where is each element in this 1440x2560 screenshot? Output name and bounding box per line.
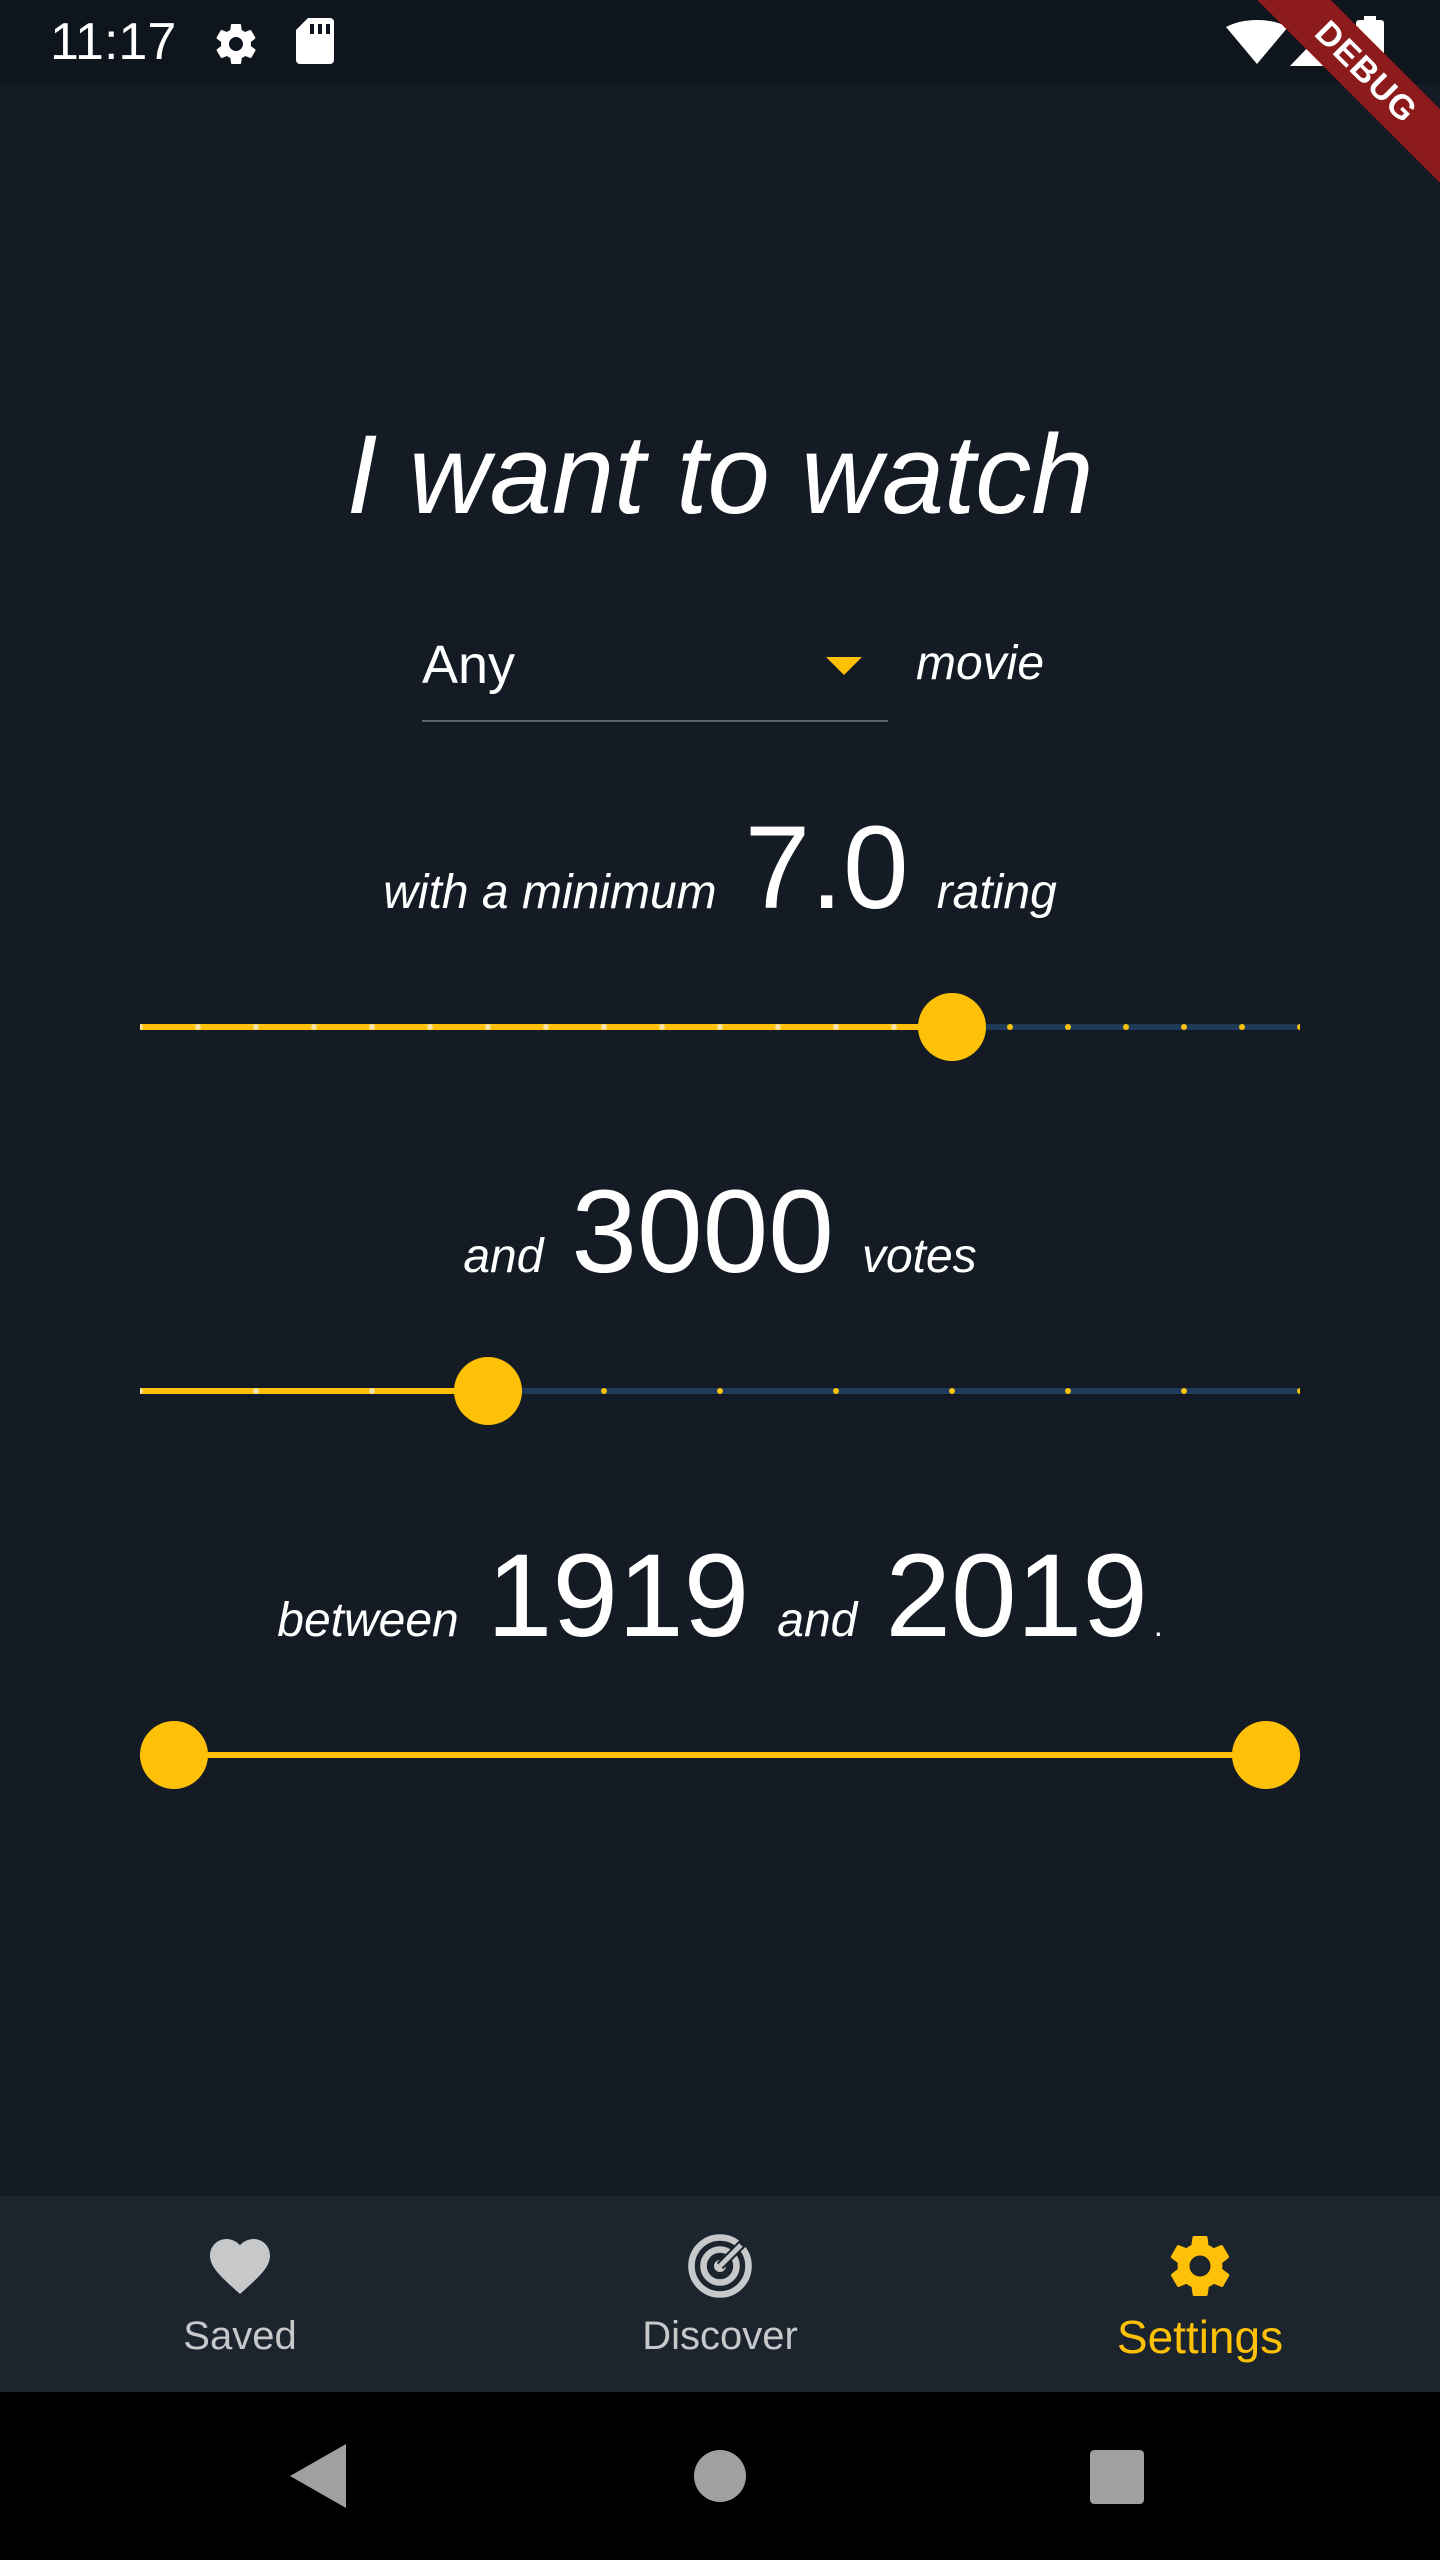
votes-suffix: votes — [861, 1230, 977, 1283]
debug-banner: DEBUG — [1240, 0, 1440, 200]
system-navigation-bar — [0, 2392, 1440, 2560]
range-end-thumb[interactable] — [1232, 1721, 1300, 1789]
years-period: . — [1153, 1607, 1163, 1643]
slider-tick — [369, 1388, 375, 1394]
years-sentence: between 1919 and 2019. — [0, 1528, 1440, 1664]
slider-tick — [775, 1024, 781, 1030]
rating-suffix: rating — [936, 866, 1057, 919]
dropdown-selected-value: Any — [422, 635, 516, 695]
slider-tick — [1181, 1024, 1187, 1030]
status-bar: 11:17 — [0, 0, 1440, 84]
nav-item-settings[interactable]: Settings — [960, 2196, 1440, 2392]
back-icon[interactable] — [290, 2444, 346, 2508]
radar-icon — [688, 2234, 752, 2298]
slider-tick — [891, 1024, 897, 1030]
slider-tick — [717, 1024, 723, 1030]
slider-tick — [1007, 1024, 1013, 1030]
movie-label: movie — [916, 637, 1045, 690]
votes-prefix: and — [463, 1230, 544, 1283]
votes-slider[interactable] — [140, 1351, 1300, 1431]
range-start-thumb[interactable] — [140, 1721, 208, 1789]
votes-value: 3000 — [571, 1166, 834, 1298]
slider-tick — [1065, 1388, 1071, 1394]
slider-tick — [601, 1388, 607, 1394]
slider-tick — [369, 1024, 375, 1030]
rating-value: 7.0 — [744, 802, 909, 934]
status-time: 11:17 — [50, 13, 177, 71]
home-icon[interactable] — [694, 2450, 746, 2502]
movie-type-dropdown[interactable]: Any — [422, 620, 888, 722]
slider-tick — [1181, 1388, 1187, 1394]
slider-thumb[interactable] — [918, 993, 986, 1061]
slider-tick — [253, 1388, 259, 1394]
slider-tick — [833, 1024, 839, 1030]
year-end-value: 2019 — [885, 1530, 1148, 1662]
slider-tick — [427, 1024, 433, 1030]
votes-sentence: and 3000 votes — [0, 1164, 1440, 1300]
slider-tick — [717, 1388, 723, 1394]
slider-tick — [543, 1024, 549, 1030]
year-start-value: 1919 — [486, 1530, 750, 1662]
sd-card-icon — [296, 18, 334, 64]
nav-label-settings: Settings — [1116, 2311, 1284, 2363]
nav-item-discover[interactable]: Discover — [480, 2196, 960, 2392]
years-range-slider[interactable] — [140, 1715, 1300, 1795]
slider-tick — [1239, 1024, 1245, 1030]
slider-tick — [833, 1388, 839, 1394]
page-title: I want to watch — [346, 412, 1094, 537]
debug-banner-label: DEBUG — [1240, 0, 1440, 200]
slider-tick — [659, 1024, 665, 1030]
slider-tick — [949, 1388, 955, 1394]
gear-icon — [1170, 2236, 1230, 2296]
slider-tick — [311, 1024, 317, 1030]
nav-item-saved[interactable]: Saved — [0, 2196, 480, 2392]
rating-sentence: with a minimum 7.0 rating — [0, 800, 1440, 936]
years-prefix: between — [277, 1594, 459, 1647]
slider-tick — [485, 1024, 491, 1030]
nav-label-discover: Discover — [642, 2314, 798, 2358]
slider-tick — [253, 1024, 259, 1030]
slider-tick — [1123, 1024, 1129, 1030]
gear-icon — [216, 24, 256, 64]
bottom-navigation: Saved Discover Settings — [0, 2196, 1440, 2392]
rating-prefix: with a minimum — [383, 866, 717, 919]
slider-tick — [601, 1024, 607, 1030]
slider-tick — [1065, 1024, 1071, 1030]
slider-thumb[interactable] — [454, 1357, 522, 1425]
slider-tick — [195, 1024, 201, 1030]
rating-slider[interactable] — [140, 987, 1300, 1067]
recents-icon[interactable] — [1090, 2450, 1144, 2504]
heart-icon — [210, 2239, 270, 2295]
dropdown-arrow-icon — [826, 657, 862, 675]
nav-label-saved: Saved — [183, 2314, 297, 2358]
years-middle: and — [777, 1594, 858, 1647]
